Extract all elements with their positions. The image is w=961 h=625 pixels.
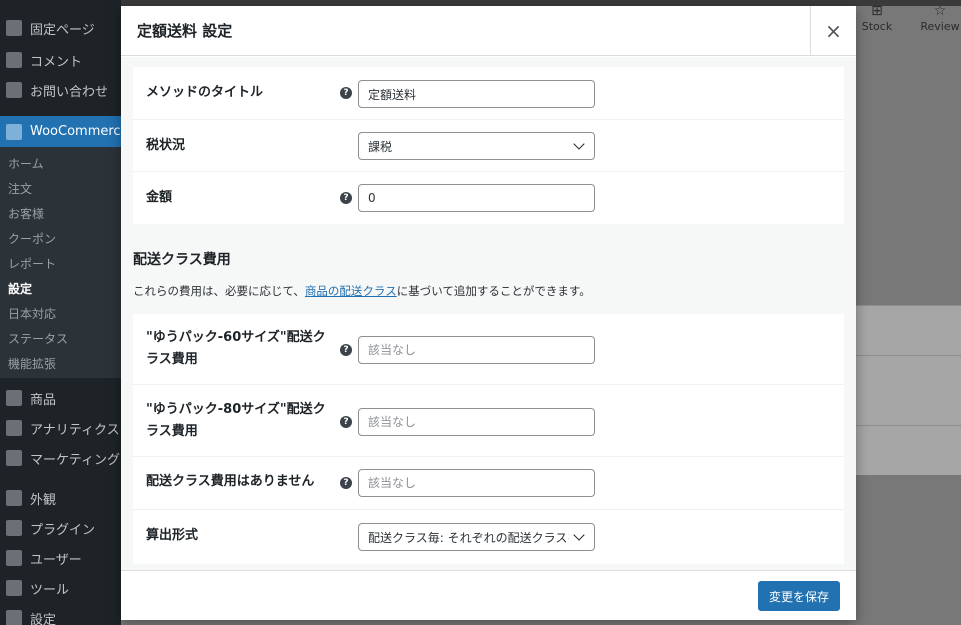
menu-item-comments[interactable]: コメント <box>0 47 121 73</box>
close-icon: × <box>825 18 842 43</box>
tool-icon <box>6 580 22 596</box>
submenu-extensions[interactable]: 機能拡張 <box>8 355 56 372</box>
tax-status-label: 税状況 <box>146 138 186 153</box>
menu-item-tools[interactable]: ツール <box>0 575 121 601</box>
submenu-orders[interactable]: 注文 <box>8 180 32 197</box>
appearance-icon <box>6 490 22 506</box>
calc-type-select[interactable]: 配送クラス毎: それぞれの配送クラスを個別に計算 <box>358 523 595 551</box>
section-description: これらの費用は、必要に応じて、商品の配送クラスに基づいて追加することができます。 <box>133 284 591 298</box>
method-title-field[interactable] <box>358 80 595 108</box>
row-method-title: メソッドのタイトル ? <box>133 67 844 120</box>
chevron-down-icon <box>573 138 585 150</box>
stock-icon: ⊞ <box>871 3 883 19</box>
menu-item-marketing[interactable]: マーケティング <box>0 445 121 471</box>
section-heading: 配送クラス費用 <box>133 252 231 268</box>
background-table-row <box>856 305 961 355</box>
yupack80-input[interactable] <box>368 415 585 429</box>
tax-status-value: 課税 <box>368 139 393 154</box>
no-class-label: 配送クラス費用はありません <box>146 474 315 489</box>
help-icon[interactable]: ? <box>340 192 352 204</box>
no-class-input[interactable] <box>368 476 585 490</box>
user-icon <box>6 550 22 566</box>
submenu-reports[interactable]: レポート <box>8 255 56 272</box>
tax-status-select[interactable]: 課税 <box>358 132 595 160</box>
woocommerce-icon <box>6 123 22 140</box>
shipping-settings-modal: 定額送料 設定 × メソッドのタイトル ? 税状況 課税 金額 ? 配送クラス費… <box>121 5 856 620</box>
submenu-settings[interactable]: 設定 <box>8 280 32 297</box>
calc-type-label: 算出形式 <box>146 528 199 543</box>
yupack80-label: "ゆうパック-80サイズ"配送クラス費用 <box>146 402 326 439</box>
row-yupack60: "ゆうパック-60サイズ"配送クラス費用 ? <box>133 314 844 385</box>
comment-icon <box>6 52 22 68</box>
analytics-icon <box>6 420 22 436</box>
submenu-home[interactable]: ホーム <box>8 155 44 172</box>
yupack60-field[interactable] <box>358 336 595 364</box>
class-costs-block: "ゆうパック-60サイズ"配送クラス費用 ? "ゆうパック-80サイズ"配送クラ… <box>133 314 844 564</box>
submenu-customers[interactable]: お客様 <box>8 205 44 222</box>
menu-item-analytics[interactable]: アナリティクス <box>0 415 121 441</box>
menu-item-pages[interactable]: 固定ページ <box>0 15 121 41</box>
menu-item-users[interactable]: ユーザー <box>0 545 121 571</box>
product-icon <box>6 390 22 406</box>
no-class-field[interactable] <box>358 469 595 497</box>
shipping-class-link[interactable]: 商品の配送クラス <box>305 284 397 298</box>
plugin-icon <box>6 520 22 536</box>
woocommerce-submenu: ホーム 注文 お客様 クーポン レポート 設定 日本対応 ステータス 機能拡張 <box>0 147 121 378</box>
marketing-icon <box>6 450 22 466</box>
basic-settings-block: メソッドのタイトル ? 税状況 課税 金額 ? <box>133 67 844 224</box>
menu-item-products[interactable]: 商品 <box>0 385 121 411</box>
modal-body: メソッドのタイトル ? 税状況 課税 金額 ? 配送クラス費用 これらの費用は、… <box>121 57 856 570</box>
row-yupack80: "ゆうパック-80サイズ"配送クラス費用 ? <box>133 385 844 457</box>
menu-item-contact[interactable]: お問い合わせ <box>0 77 121 103</box>
calc-type-value: 配送クラス毎: それぞれの配送クラスを個別に計算 <box>368 530 569 545</box>
tab-review[interactable]: ☆ Review <box>915 2 961 33</box>
cost-input[interactable] <box>368 191 585 205</box>
submenu-status[interactable]: ステータス <box>8 330 68 347</box>
chevron-down-icon <box>573 529 585 541</box>
mail-icon <box>6 82 22 98</box>
modal-title: 定額送料 設定 <box>137 22 233 40</box>
menu-item-settings[interactable]: 設定 <box>0 605 121 625</box>
yupack60-input[interactable] <box>368 343 585 357</box>
admin-sidebar: 固定ページ コメント お問い合わせ WooCommerce ホーム 注文 お客様… <box>0 0 121 625</box>
help-icon[interactable]: ? <box>340 344 352 356</box>
row-cost: 金額 ? <box>133 172 844 224</box>
method-title-label: メソッドのタイトル <box>146 85 264 100</box>
background-table-row <box>856 355 961 425</box>
yupack60-label: "ゆうパック-60サイズ"配送クラス費用 <box>146 330 326 367</box>
row-tax-status: 税状況 課税 <box>133 120 844 172</box>
help-icon[interactable]: ? <box>340 416 352 428</box>
row-no-class: 配送クラス費用はありません ? <box>133 457 844 510</box>
cost-field[interactable] <box>358 184 595 212</box>
modal-header: 定額送料 設定 × <box>121 5 856 56</box>
submenu-japan[interactable]: 日本対応 <box>8 305 56 322</box>
background-table-row <box>856 425 961 475</box>
menu-item-plugins[interactable]: プラグイン <box>0 515 121 541</box>
save-changes-button[interactable]: 変更を保存 <box>758 581 840 611</box>
submenu-coupons[interactable]: クーポン <box>8 230 56 247</box>
modal-footer: 変更を保存 <box>121 570 856 620</box>
method-title-input[interactable] <box>368 87 585 101</box>
settings-icon <box>6 610 22 625</box>
yupack80-field[interactable] <box>358 408 595 436</box>
page-icon <box>6 20 22 36</box>
cost-label: 金額 <box>146 190 173 205</box>
star-icon: ☆ <box>933 3 947 19</box>
close-button[interactable]: × <box>810 5 856 56</box>
row-calc-type: 算出形式 配送クラス毎: それぞれの配送クラスを個別に計算 <box>133 510 844 564</box>
menu-item-woocommerce[interactable]: WooCommerce <box>0 116 121 147</box>
tab-stock[interactable]: ⊞ Stock <box>852 2 902 33</box>
help-icon[interactable]: ? <box>340 477 352 489</box>
help-icon[interactable]: ? <box>340 87 352 99</box>
menu-item-appearance[interactable]: 外観 <box>0 485 121 511</box>
